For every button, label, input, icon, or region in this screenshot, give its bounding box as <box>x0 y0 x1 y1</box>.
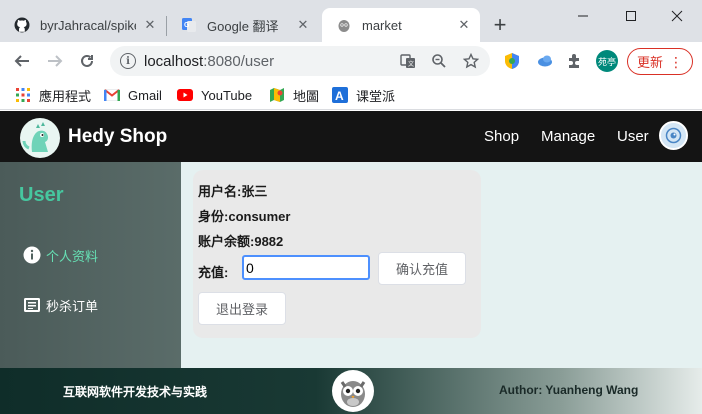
balance-row: 账户余额:9882 <box>198 234 284 249</box>
extensions-puzzle-icon[interactable] <box>566 52 584 70</box>
nav-manage-link[interactable]: Manage <box>541 128 595 145</box>
user-avatar[interactable] <box>659 121 688 150</box>
window-close-icon[interactable] <box>667 6 687 26</box>
ketangpai-icon: A <box>332 87 348 103</box>
close-tab-icon[interactable]: ✕ <box>295 17 311 33</box>
market-favicon <box>336 17 352 33</box>
update-button[interactable]: 更新 ⋮ <box>627 48 693 75</box>
site-header: Hedy Shop Shop Manage User <box>0 111 702 162</box>
bookmark-label: YouTube <box>201 87 253 103</box>
sidebar-title: User <box>19 184 64 206</box>
apps-grid-icon <box>15 87 31 103</box>
confirm-charge-button[interactable]: 确认充值 <box>378 252 466 285</box>
sidebar-item-flash-sale-orders[interactable]: 秒杀订单 <box>23 295 98 315</box>
browser-toolbar: i localhost:8080/user 文 苑亭 更新 ⋮ <box>0 42 702 80</box>
logout-button[interactable]: 退出登录 <box>198 292 286 325</box>
order-list-icon <box>23 296 41 314</box>
bookmark-ketangpai[interactable]: A 课堂派 <box>332 86 395 104</box>
sidebar-item-label: 个人资料 <box>46 248 99 264</box>
google-translate-icon: G <box>181 17 197 33</box>
maps-icon <box>269 87 285 103</box>
update-label: 更新 <box>636 55 663 70</box>
bookmark-label: 應用程式 <box>39 88 92 104</box>
site-footer: 互联网软件开发技术与实践 Author: Yuanheng Wang <box>0 368 702 414</box>
tab-title: Google 翻译 <box>207 18 279 34</box>
footer-course-title: 互联网软件开发技术与实践 <box>63 385 208 399</box>
info-icon <box>23 246 41 264</box>
extension-cloud-icon[interactable] <box>536 52 554 70</box>
close-tab-icon[interactable]: ✕ <box>142 17 158 33</box>
charge-amount-input[interactable] <box>242 255 370 280</box>
profile-avatar[interactable]: 苑亭 <box>596 50 618 72</box>
bookmark-maps[interactable]: 地圖 <box>269 86 319 104</box>
new-tab-icon[interactable]: + <box>489 14 511 37</box>
svg-text:A: A <box>335 89 344 103</box>
translate-page-icon[interactable]: 文 <box>400 53 416 69</box>
site-info-icon[interactable]: i <box>120 53 136 69</box>
bookmarks-bar: 應用程式 Gmail YouTube 地圖 A 课堂派 <box>0 80 702 110</box>
forward-arrow-icon[interactable] <box>44 50 66 72</box>
main-content: 用户名:张三 身份:consumer 账户余额:9882 充值: 确认充值 退出… <box>181 162 702 368</box>
sidebar-item-label: 秒杀订单 <box>46 298 99 314</box>
page-viewport: Hedy Shop Shop Manage User User 个人资料 秒杀订… <box>0 111 702 414</box>
bookmark-apps[interactable]: 應用程式 <box>15 86 91 104</box>
brand-title[interactable]: Hedy Shop <box>68 126 167 148</box>
address-bar[interactable]: i localhost:8080/user 文 <box>110 46 490 76</box>
nav-shop-link[interactable]: Shop <box>484 128 519 145</box>
url-text: localhost:8080/user <box>144 53 275 70</box>
reload-icon[interactable] <box>76 50 98 72</box>
profile-card: 用户名:张三 身份:consumer 账户余额:9882 充值: 确认充值 退出… <box>193 170 481 338</box>
dinosaur-logo-icon[interactable] <box>20 118 60 158</box>
footer-author: Author: Yuanheng Wang <box>499 383 639 397</box>
role-row: 身份:consumer <box>198 209 291 224</box>
bookmark-label: 地圖 <box>293 88 320 104</box>
nav-user-link[interactable]: User <box>617 128 649 145</box>
svg-text:G: G <box>184 22 190 29</box>
youtube-icon <box>177 87 193 103</box>
tab-title: byrJahracal/spike <box>40 17 136 33</box>
maximize-icon[interactable] <box>621 6 641 26</box>
close-tab-icon[interactable]: ✕ <box>456 17 472 33</box>
bookmark-label: Gmail <box>128 87 162 103</box>
bookmark-gmail[interactable]: Gmail <box>104 86 162 104</box>
owl-logo-icon <box>332 370 374 412</box>
sidebar-item-profile[interactable]: 个人资料 <box>23 245 98 265</box>
back-arrow-icon[interactable] <box>11 50 33 72</box>
browser-tabstrip: byrJahracal/spike ✕ G Google 翻译 ✕ market… <box>0 0 702 42</box>
github-icon <box>14 17 30 33</box>
username-row: 用户名:张三 <box>198 184 268 199</box>
more-menu-icon: ⋮ <box>669 53 683 70</box>
gmail-icon <box>104 87 120 103</box>
browser-tab-google-translate[interactable]: G Google 翻译 ✕ <box>167 8 319 42</box>
bookmark-label: 课堂派 <box>356 88 396 104</box>
extension-shield-icon[interactable] <box>503 52 521 70</box>
tab-title: market <box>362 17 402 33</box>
charge-label: 充值: <box>198 265 229 280</box>
bookmark-star-icon[interactable] <box>463 53 479 69</box>
bookmark-youtube[interactable]: YouTube <box>177 86 252 104</box>
browser-tab-market[interactable]: market ✕ <box>322 8 480 42</box>
zoom-icon[interactable] <box>431 53 447 69</box>
minimize-icon[interactable] <box>573 6 593 26</box>
svg-text:文: 文 <box>408 60 414 68</box>
sidebar: User 个人资料 秒杀订单 <box>0 162 181 368</box>
browser-tab-github[interactable]: byrJahracal/spike ✕ <box>0 8 166 42</box>
